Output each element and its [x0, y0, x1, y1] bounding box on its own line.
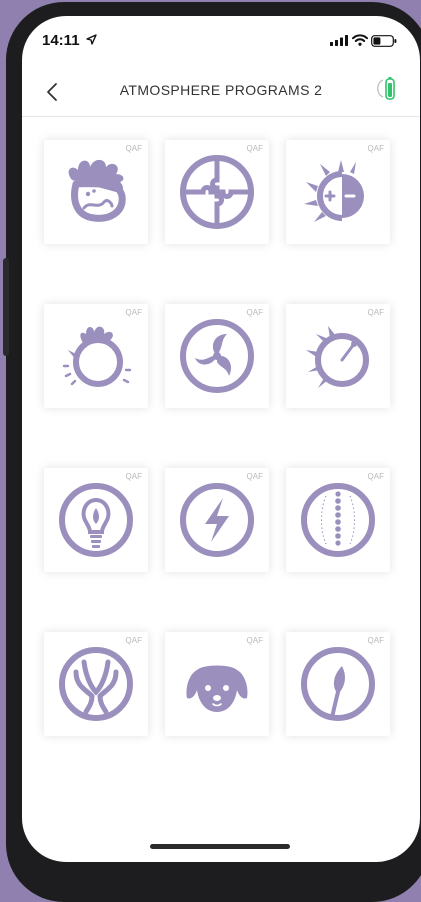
- phone-side-button: [3, 258, 9, 356]
- program-tile[interactable]: QAF: [165, 468, 269, 572]
- program-tile[interactable]: QAF: [165, 140, 269, 244]
- program-tile[interactable]: QAF: [44, 140, 148, 244]
- program-tile[interactable]: QAF: [44, 304, 148, 408]
- battery-icon: [371, 35, 397, 47]
- triskelion-icon: [180, 319, 254, 393]
- app-screen: 14:11 ATMOSPHERE PROGRAMS 2 QAF QAF QAF …: [22, 16, 420, 862]
- program-tile[interactable]: QAF: [165, 632, 269, 736]
- program-tile[interactable]: QAF: [286, 304, 390, 408]
- lightbulb-icon: [59, 483, 133, 557]
- location-arrow-icon: [86, 34, 97, 45]
- wifi-icon: [352, 34, 368, 46]
- home-indicator[interactable]: [150, 844, 290, 849]
- dog-face-icon: [186, 665, 248, 712]
- header: ATMOSPHERE PROGRAMS 2: [22, 72, 420, 117]
- leaf-circle-icon: [301, 647, 375, 721]
- status-bar: 14:11: [22, 16, 420, 64]
- puzzle-circle-icon: [180, 155, 254, 229]
- program-tile[interactable]: QAF: [165, 304, 269, 408]
- device-battery-icon[interactable]: [375, 75, 399, 103]
- tousled-head-icon: [68, 159, 126, 222]
- spiky-circle-icon: [62, 326, 132, 387]
- uterus-icon: [59, 647, 133, 721]
- page-title: ATMOSPHERE PROGRAMS 2: [119, 82, 323, 98]
- program-tile[interactable]: QAF: [44, 632, 148, 736]
- status-time: 14:11: [42, 32, 80, 49]
- spine-icon: [301, 483, 375, 557]
- program-tile[interactable]: QAF: [286, 140, 390, 244]
- flame-gauge-icon: [306, 326, 369, 388]
- programs-grid: QAF QAF QAF QAF QAF QAF QAF QAF QAF QAF …: [44, 140, 390, 736]
- program-tile[interactable]: QAF: [286, 632, 390, 736]
- program-tile[interactable]: QAF: [286, 468, 390, 572]
- plus-minus-sun-icon: [304, 160, 364, 222]
- cellular-signal-icon: [330, 35, 348, 46]
- program-tile[interactable]: QAF: [44, 468, 148, 572]
- lightning-icon: [180, 483, 254, 557]
